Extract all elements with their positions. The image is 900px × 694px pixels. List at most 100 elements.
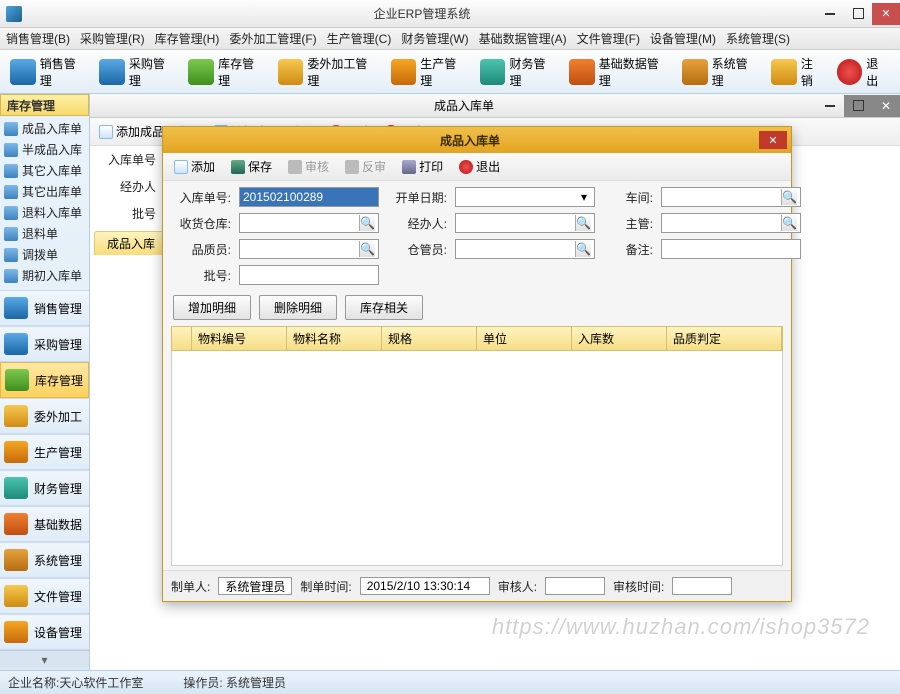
menu-purchase[interactable]: 采购管理(R): [80, 30, 145, 47]
tb-basedata[interactable]: 基础数据管理: [563, 53, 676, 91]
tree-item-3[interactable]: 其它出库单: [0, 181, 89, 202]
dlg-tb-unaudit-label: 反审: [362, 158, 386, 175]
gh-4[interactable]: 入库数: [572, 327, 667, 350]
nav-file[interactable]: 文件管理: [0, 578, 89, 614]
close-button[interactable]: [872, 3, 900, 25]
dlg-tb-exit[interactable]: 退出: [456, 157, 503, 176]
nav-inventory-icon: [5, 369, 29, 391]
tb-exit[interactable]: 退出: [831, 53, 896, 91]
tb-finance-label: 财务管理: [509, 55, 556, 89]
nav-system[interactable]: 系统管理: [0, 542, 89, 578]
menu-finance[interactable]: 财务管理(W): [401, 30, 468, 47]
tb-logout[interactable]: 注销: [765, 53, 830, 91]
gh-5[interactable]: 品质判定: [667, 327, 782, 350]
tb-system[interactable]: 系统管理: [676, 53, 765, 91]
maximize-button[interactable]: [844, 3, 872, 25]
input-batch[interactable]: [239, 265, 379, 285]
lookup-icon[interactable]: 🔍: [781, 215, 797, 231]
nav-sales[interactable]: 销售管理: [0, 290, 89, 326]
print-icon: [402, 160, 416, 174]
dialog-app-icon: [167, 133, 181, 147]
dlg-tb-save[interactable]: 保存: [228, 157, 275, 176]
save-icon: [231, 160, 245, 174]
nav-basedata[interactable]: 基础数据: [0, 506, 89, 542]
dlg-tb-audit[interactable]: 审核: [285, 157, 332, 176]
gh-0[interactable]: 物料编号: [192, 327, 287, 350]
grid-body[interactable]: [171, 351, 783, 566]
sidebar-scroll-down[interactable]: ▾: [0, 650, 89, 668]
dialog-toolbar: 添加 保存 审核 反审 打印 退出: [163, 153, 791, 181]
lookup-icon[interactable]: 🔍: [575, 241, 591, 257]
dlg-tb-add[interactable]: 添加: [171, 157, 218, 176]
dlg-tb-unaudit[interactable]: 反审: [342, 157, 389, 176]
tb-finance[interactable]: 财务管理: [474, 53, 563, 91]
tree-item-6[interactable]: 调拨单: [0, 244, 89, 265]
input-remark[interactable]: [661, 239, 801, 259]
finance-icon: [480, 59, 506, 85]
nav-purchase[interactable]: 采购管理: [0, 326, 89, 362]
gh-2[interactable]: 规格: [382, 327, 477, 350]
tree-item-5[interactable]: 退料单: [0, 223, 89, 244]
menu-outsource[interactable]: 委外加工管理(F): [229, 30, 316, 47]
gh-1[interactable]: 物料名称: [287, 327, 382, 350]
nav-finance[interactable]: 财务管理: [0, 470, 89, 506]
nav-label: 委外加工: [34, 408, 82, 425]
lookup-icon[interactable]: 🔍: [359, 241, 375, 257]
tree-item-0[interactable]: 成品入库单: [0, 118, 89, 139]
input-qc[interactable]: 🔍: [239, 239, 379, 259]
input-manager[interactable]: 🔍: [661, 213, 801, 233]
tree-item-1[interactable]: 半成品入库: [0, 139, 89, 160]
nav-inventory[interactable]: 库存管理: [0, 362, 89, 398]
gh-rowhead: [172, 327, 192, 350]
tree-item-7[interactable]: 期初入库单: [0, 265, 89, 286]
input-date[interactable]: ▾: [455, 187, 595, 207]
input-warehouse[interactable]: 🔍: [239, 213, 379, 233]
nav-production[interactable]: 生产管理: [0, 434, 89, 470]
nav-production-icon: [4, 441, 28, 463]
app-icon: [6, 6, 22, 22]
child-minimize-button[interactable]: [816, 95, 844, 117]
menu-device[interactable]: 设备管理(M): [650, 30, 716, 47]
tree-item-2[interactable]: 其它入库单: [0, 160, 89, 181]
menu-system[interactable]: 系统管理(S): [726, 30, 790, 47]
nav-device[interactable]: 设备管理: [0, 614, 89, 650]
input-person[interactable]: 🔍: [455, 213, 595, 233]
btn-stock-rel[interactable]: 库存相关: [345, 295, 423, 320]
tb-basedata-label: 基础数据管理: [599, 55, 670, 89]
tree-item-4[interactable]: 退料入库单: [0, 202, 89, 223]
tb-inventory[interactable]: 库存管理: [182, 53, 271, 91]
dialog-footer: 制单人: 系统管理员 制单时间: 2015/2/10 13:30:14 审核人:…: [163, 570, 791, 601]
ft-maketime: 2015/2/10 13:30:14: [360, 577, 490, 595]
tb-purchase-label: 采购管理: [129, 55, 176, 89]
nav-outsource[interactable]: 委外加工: [0, 398, 89, 434]
lookup-icon[interactable]: 🔍: [781, 189, 797, 205]
dialog-close-button[interactable]: ✕: [759, 131, 787, 149]
lookup-icon[interactable]: 🔍: [575, 215, 591, 231]
tb-outsource[interactable]: 委外加工管理: [272, 53, 385, 91]
tb-purchase[interactable]: 采购管理: [93, 53, 182, 91]
menu-file[interactable]: 文件管理(F): [577, 30, 640, 47]
child-close-button[interactable]: ✕: [872, 95, 900, 117]
menu-production[interactable]: 生产管理(C): [327, 30, 392, 47]
label-no: 入库单号: [100, 151, 156, 168]
tb-production[interactable]: 生产管理: [385, 53, 474, 91]
gh-3[interactable]: 单位: [477, 327, 572, 350]
input-no[interactable]: 201502100289: [239, 187, 379, 207]
menu-basedata[interactable]: 基础数据管理(A): [479, 30, 567, 47]
dlg-tb-print[interactable]: 打印: [399, 157, 446, 176]
btn-add-detail[interactable]: 增加明细: [173, 295, 251, 320]
tab-finished-in[interactable]: 成品入库: [94, 231, 168, 255]
input-wk[interactable]: 🔍: [455, 239, 595, 259]
btn-del-detail[interactable]: 删除明细: [259, 295, 337, 320]
basedata-icon: [569, 59, 595, 85]
minimize-button[interactable]: [816, 3, 844, 25]
lookup-icon[interactable]: 🔍: [359, 215, 375, 231]
tb-system-label: 系统管理: [712, 55, 759, 89]
dropdown-icon[interactable]: ▾: [577, 190, 591, 204]
dialog-titlebar[interactable]: 成品入库单 ✕: [163, 127, 791, 153]
tb-sales[interactable]: 销售管理: [4, 53, 93, 91]
input-workshop[interactable]: 🔍: [661, 187, 801, 207]
child-maximize-button[interactable]: [844, 95, 872, 117]
menu-inventory[interactable]: 库存管理(H): [155, 30, 220, 47]
menu-sales[interactable]: 销售管理(B): [6, 30, 70, 47]
